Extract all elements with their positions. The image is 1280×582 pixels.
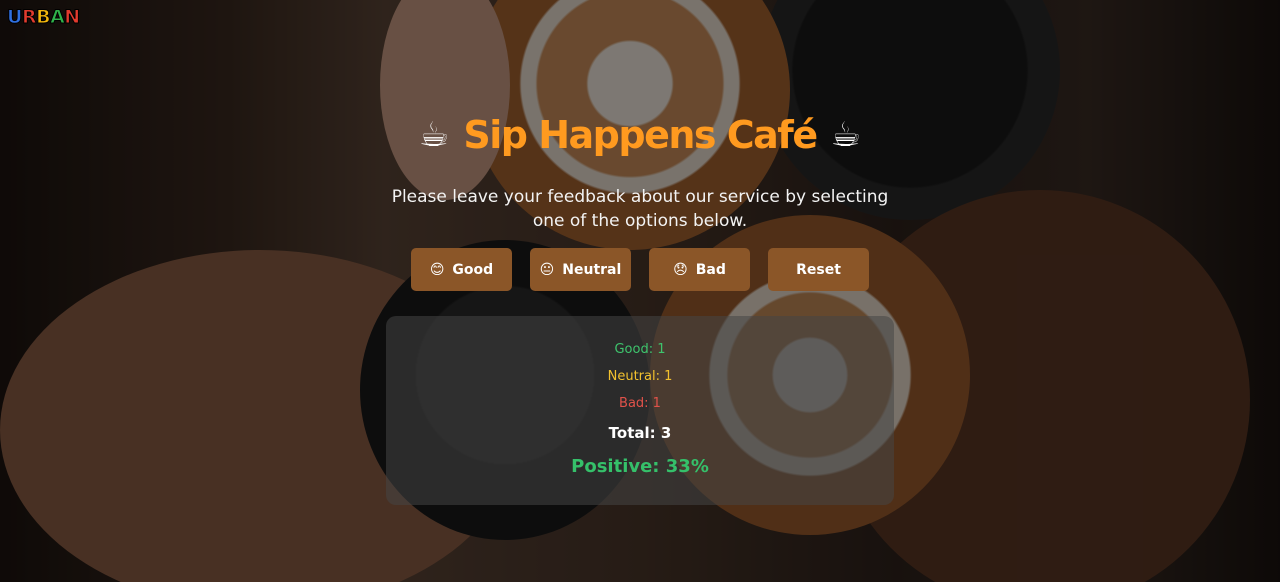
coffee-cup-icon: ☕ xyxy=(418,115,450,155)
coffee-cup-icon: ☕ xyxy=(830,115,862,155)
smile-icon: 😊 xyxy=(429,261,445,278)
neutral-face-icon: 😐 xyxy=(539,261,555,278)
stat-good: Good: 1 xyxy=(614,342,666,357)
title-row: ☕ Sip Happens Café ☕ xyxy=(419,110,861,160)
page-title: Sip Happens Café xyxy=(463,113,818,157)
neutral-button-label: Neutral xyxy=(562,261,622,278)
main-content: ☕ Sip Happens Café ☕ Please leave your f… xyxy=(0,0,1280,505)
good-button[interactable]: 😊 Good xyxy=(411,248,512,291)
good-button-label: Good xyxy=(452,261,494,278)
feedback-buttons: 😊 Good 😐 Neutral 😞 Bad Reset xyxy=(411,248,869,291)
neutral-button[interactable]: 😐 Neutral xyxy=(530,248,631,291)
bad-button-label: Bad xyxy=(695,261,726,278)
sad-face-icon: 😞 xyxy=(673,261,688,278)
bad-button[interactable]: 😞 Bad xyxy=(649,248,750,291)
reset-button[interactable]: Reset xyxy=(768,248,869,291)
stat-bad: Bad: 1 xyxy=(619,396,661,411)
stats-panel: Good: 1 Neutral: 1 Bad: 1 Total: 3 Posit… xyxy=(386,316,894,505)
stat-neutral: Neutral: 1 xyxy=(607,369,673,384)
stat-positive: Positive: 33% xyxy=(571,456,709,477)
reset-button-label: Reset xyxy=(796,261,841,278)
page-subtitle: Please leave your feedback about our ser… xyxy=(391,187,889,231)
stat-total: Total: 3 xyxy=(608,424,672,442)
